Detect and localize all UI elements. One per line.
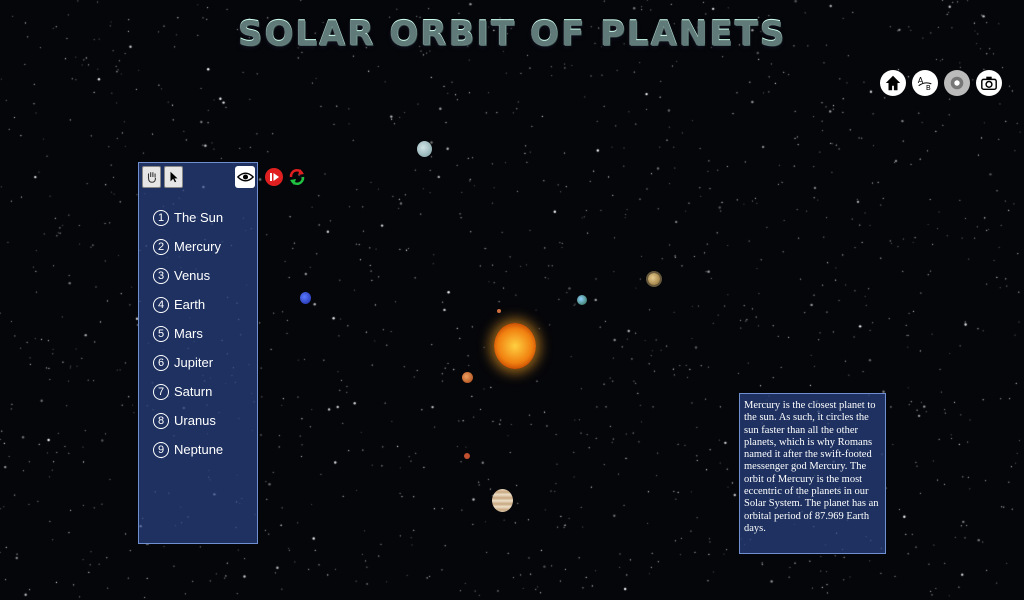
- play-button[interactable]: [264, 167, 284, 187]
- planet-list-item[interactable]: 1 The Sun: [153, 203, 223, 232]
- planet-list-item[interactable]: 7 Saturn: [153, 377, 223, 406]
- planet-list-item[interactable]: 9 Neptune: [153, 435, 223, 464]
- planet-neptune[interactable]: [300, 292, 311, 304]
- planet-saturn[interactable]: [648, 273, 660, 285]
- planet-label: Earth: [174, 297, 206, 312]
- planet-list: 1 The Sun 2 Mercury 3 Venus 4 Earth 5 Mars 6 Jupite…: [153, 203, 223, 464]
- sun[interactable]: [494, 323, 536, 369]
- planet-label: Saturn: [174, 384, 213, 399]
- reset-icon[interactable]: [287, 167, 307, 187]
- planet-mercury[interactable]: [497, 309, 501, 313]
- top-toolbar: AB: [880, 70, 1002, 96]
- planet-description: Mercury is the closest planet to the sun…: [744, 400, 879, 534]
- ab-label-icon[interactable]: AB: [912, 70, 938, 96]
- home-icon[interactable]: [880, 70, 906, 96]
- planet-number: 8: [153, 412, 169, 429]
- pointer-tool-button[interactable]: [164, 166, 183, 188]
- planet-list-panel: 1 The Sun 2 Mercury 3 Venus 4 Earth 5 Mars 6 Jupite…: [138, 162, 258, 544]
- eye-icon: [236, 172, 254, 182]
- settings-icon[interactable]: [944, 70, 970, 96]
- planet-number: 5: [153, 325, 169, 342]
- planet-list-item[interactable]: 8 Uranus: [153, 406, 223, 435]
- planet-label: Venus: [174, 268, 211, 283]
- planet-label: Neptune: [174, 442, 224, 457]
- planet-number: 3: [153, 267, 169, 284]
- pointer-icon: [170, 171, 177, 183]
- planet-info-box: Mercury is the closest planet to the sun…: [739, 393, 886, 554]
- svg-text:B: B: [926, 83, 931, 92]
- hand-tool-button[interactable]: [142, 166, 161, 188]
- camera-icon[interactable]: [976, 70, 1002, 96]
- planet-number: 9: [153, 441, 169, 458]
- planet-mars[interactable]: [464, 453, 470, 459]
- planet-list-item[interactable]: 6 Jupiter: [153, 348, 223, 377]
- planet-label: Jupiter: [174, 355, 214, 370]
- planet-number: 7: [153, 383, 169, 400]
- planet-number: 1: [153, 209, 169, 226]
- planet-list-item[interactable]: 5 Mars: [153, 319, 223, 348]
- planet-list-item[interactable]: 2 Mercury: [153, 232, 223, 261]
- eye-toggle-button[interactable]: [235, 166, 255, 188]
- planet-jupiter[interactable]: [492, 489, 513, 512]
- planet-list-item[interactable]: 3 Venus: [153, 261, 223, 290]
- planet-number: 2: [153, 238, 169, 255]
- planet-label: Mercury: [174, 239, 221, 254]
- planet-number: 4: [153, 296, 169, 313]
- planet-label: The Sun: [174, 210, 224, 225]
- planet-earth[interactable]: [577, 295, 587, 305]
- planet-label: Uranus: [174, 413, 216, 428]
- hand-icon: [147, 172, 156, 183]
- planet-list-item[interactable]: 4 Earth: [153, 290, 223, 319]
- planet-venus[interactable]: [462, 372, 473, 383]
- page-title: SOLAR ORBIT OF PLANETS: [237, 14, 787, 54]
- planet-number: 6: [153, 354, 169, 371]
- planet-label: Mars: [174, 326, 203, 341]
- planet-uranus[interactable]: [417, 141, 432, 157]
